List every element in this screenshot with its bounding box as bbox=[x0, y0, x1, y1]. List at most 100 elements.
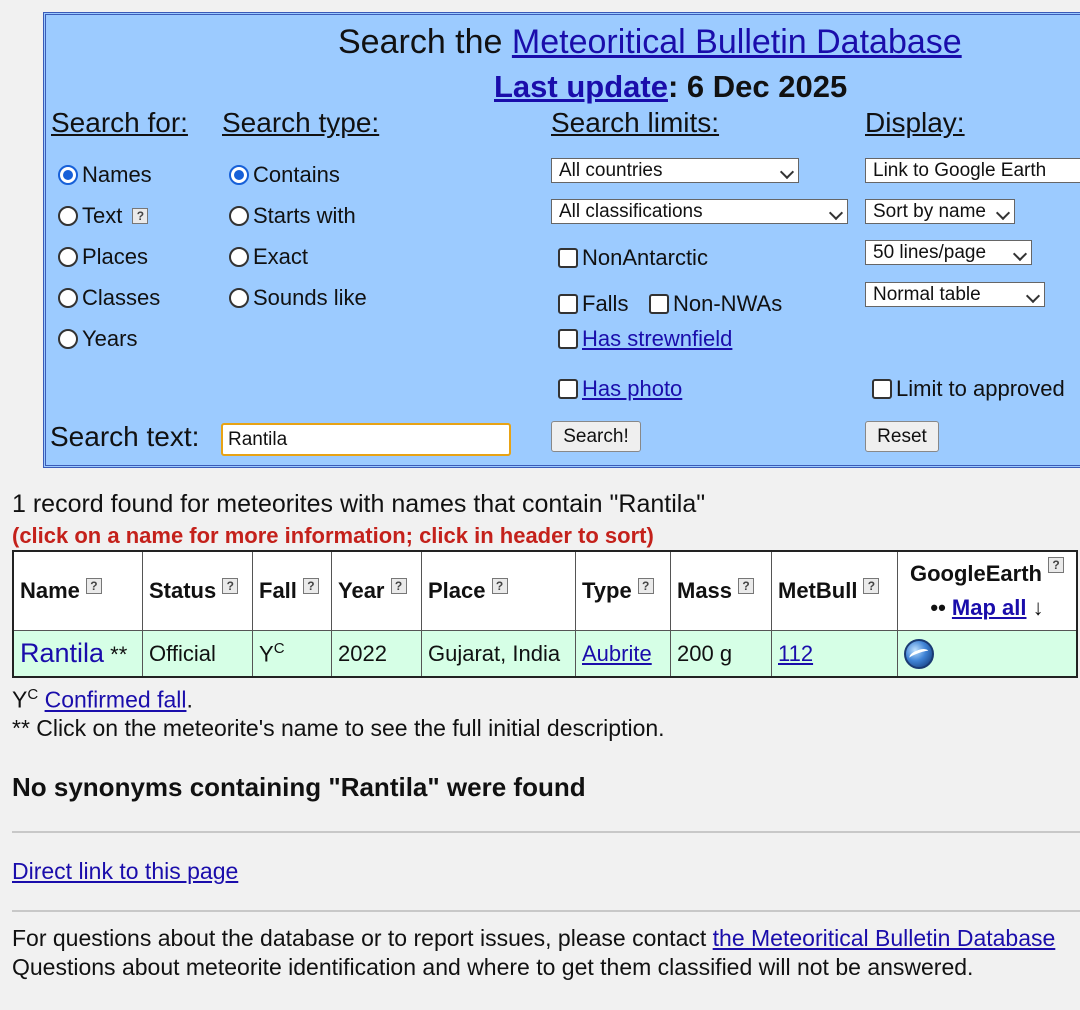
col-header-status[interactable]: Status? bbox=[142, 550, 253, 631]
cell-year: 2022 bbox=[331, 630, 422, 678]
radio-years[interactable] bbox=[58, 329, 78, 349]
radio-classes[interactable] bbox=[58, 288, 78, 308]
lines-per-page-select[interactable]: 50 lines/page bbox=[865, 240, 1032, 265]
help-icon[interactable]: ? bbox=[1048, 557, 1064, 573]
table-format-select[interactable]: Normal table bbox=[865, 282, 1045, 307]
header-status-label: Status bbox=[149, 578, 217, 603]
header-metbull-label: MetBull bbox=[778, 578, 858, 603]
search-type-sounds-like[interactable]: Sounds like bbox=[229, 285, 367, 311]
label-places: Places bbox=[82, 244, 149, 269]
help-icon[interactable]: ? bbox=[390, 578, 407, 594]
radio-text[interactable] bbox=[58, 206, 78, 226]
divider bbox=[12, 831, 1080, 833]
help-icon[interactable]: ? bbox=[132, 208, 149, 224]
radio-starts-with[interactable] bbox=[229, 206, 249, 226]
col-header-place[interactable]: Place? bbox=[421, 550, 576, 631]
header-fall-label: Fall bbox=[259, 578, 297, 603]
database-title-link[interactable]: Meteoritical Bulletin Database bbox=[512, 23, 962, 61]
radio-sounds-like[interactable] bbox=[229, 288, 249, 308]
synonyms-message: No synonyms containing "Rantila" were fo… bbox=[12, 772, 586, 802]
help-icon[interactable]: ? bbox=[302, 578, 319, 594]
nonantarctic-option[interactable]: NonAntarctic bbox=[558, 245, 708, 271]
col-header-fall[interactable]: Fall? bbox=[252, 550, 332, 631]
header-name-label: Name bbox=[20, 578, 80, 603]
col-header-googleearth[interactable]: GoogleEarth? •• Map all ↓ bbox=[897, 550, 1078, 631]
header-place-label: Place bbox=[428, 578, 486, 603]
non-nwas-option[interactable]: Non-NWAs bbox=[649, 291, 782, 317]
strewnfield-link[interactable]: Has strewnfield bbox=[582, 326, 732, 352]
col-header-mass[interactable]: Mass? bbox=[670, 550, 772, 631]
countries-select-value: All countries bbox=[559, 160, 663, 181]
table-header-row: Name? Status? Fall? Year? Place? Type? M… bbox=[12, 550, 1078, 631]
earth-link-select[interactable]: Link to Google Earth bbox=[865, 158, 1080, 183]
reset-button[interactable]: Reset bbox=[865, 421, 939, 452]
search-for-text[interactable]: Text? bbox=[58, 203, 149, 229]
cell-googleearth bbox=[897, 630, 1078, 678]
countries-select[interactable]: All countries bbox=[551, 158, 799, 183]
confirmed-fall-link[interactable]: Confirmed fall bbox=[45, 687, 187, 713]
meteorite-name-link[interactable]: Rantila bbox=[20, 638, 104, 668]
limit-approved-checkbox[interactable] bbox=[872, 379, 892, 399]
col-header-year[interactable]: Year? bbox=[331, 550, 422, 631]
contact-link[interactable]: the Meteoritical Bulletin Database bbox=[713, 925, 1056, 951]
search-for-names[interactable]: Names bbox=[58, 162, 152, 188]
search-type-starts-with[interactable]: Starts with bbox=[229, 203, 356, 229]
type-link[interactable]: Aubrite bbox=[582, 641, 652, 666]
map-all-link[interactable]: Map all bbox=[952, 595, 1027, 620]
search-type-exact[interactable]: Exact bbox=[229, 244, 308, 270]
cell-mass: 200 g bbox=[670, 630, 772, 678]
search-type-contains[interactable]: Contains bbox=[229, 162, 340, 188]
help-icon[interactable]: ? bbox=[85, 578, 102, 594]
search-text-input[interactable]: Rantila bbox=[221, 423, 511, 456]
last-update-link[interactable]: Last update bbox=[494, 69, 668, 104]
col-header-type[interactable]: Type? bbox=[575, 550, 671, 631]
radio-names[interactable] bbox=[58, 165, 78, 185]
help-icon[interactable]: ? bbox=[738, 578, 755, 594]
help-icon[interactable]: ? bbox=[637, 578, 654, 594]
header-googleearth-label: GoogleEarth bbox=[909, 561, 1042, 586]
metbull-link[interactable]: 112 bbox=[778, 641, 813, 666]
falls-option[interactable]: Falls bbox=[558, 291, 628, 317]
radio-places[interactable] bbox=[58, 247, 78, 267]
col-header-metbull[interactable]: MetBull? bbox=[771, 550, 898, 631]
help-icon[interactable]: ? bbox=[491, 578, 508, 594]
earth-link-select-value: Link to Google Earth bbox=[873, 160, 1047, 181]
limit-approved-option[interactable]: Limit to approved bbox=[872, 376, 1065, 402]
col-header-name[interactable]: Name? bbox=[12, 550, 143, 631]
strewnfield-option[interactable]: Has strewnfield bbox=[558, 326, 732, 352]
table-row: Rantila ** Official YC 2022 Gujarat, Ind… bbox=[12, 630, 1078, 678]
direct-link[interactable]: Direct link to this page bbox=[12, 858, 238, 885]
classifications-select[interactable]: All classifications bbox=[551, 199, 848, 224]
header-type-label: Type bbox=[582, 578, 632, 603]
page-title: Search the Meteoritical Bulletin Databas… bbox=[338, 23, 962, 62]
page-title-prefix: Search the bbox=[338, 23, 512, 61]
table-format-value: Normal table bbox=[873, 284, 981, 305]
photo-option[interactable]: Has photo bbox=[558, 376, 682, 402]
search-panel: Search the Meteoritical Bulletin Databas… bbox=[43, 12, 1080, 468]
nonantarctic-label: NonAntarctic bbox=[582, 245, 708, 270]
chevron-down-icon bbox=[828, 205, 844, 221]
name-footnote: ** Click on the meteorite's name to see … bbox=[12, 715, 665, 741]
falls-checkbox[interactable] bbox=[558, 294, 578, 314]
label-years: Years bbox=[82, 326, 138, 351]
label-exact: Exact bbox=[253, 244, 309, 269]
photo-checkbox[interactable] bbox=[558, 379, 578, 399]
sort-select[interactable]: Sort by name bbox=[865, 199, 1015, 224]
fall-sup: C bbox=[273, 639, 285, 657]
radio-exact[interactable] bbox=[229, 247, 249, 267]
search-for-years[interactable]: Years bbox=[58, 326, 137, 352]
help-icon[interactable]: ? bbox=[863, 578, 880, 594]
map-bullets: •• bbox=[930, 595, 946, 620]
non-nwas-checkbox[interactable] bbox=[649, 294, 669, 314]
photo-link[interactable]: Has photo bbox=[582, 376, 682, 402]
radio-contains[interactable] bbox=[229, 165, 249, 185]
nonantarctic-checkbox[interactable] bbox=[558, 248, 578, 268]
search-for-classes[interactable]: Classes bbox=[58, 285, 160, 311]
strewnfield-checkbox[interactable] bbox=[558, 329, 578, 349]
label-names: Names bbox=[82, 162, 152, 187]
search-button[interactable]: Search! bbox=[551, 421, 641, 452]
lines-per-page-value: 50 lines/page bbox=[873, 242, 987, 263]
google-earth-icon[interactable] bbox=[904, 638, 934, 669]
search-for-places[interactable]: Places bbox=[58, 244, 148, 270]
help-icon[interactable]: ? bbox=[222, 578, 239, 594]
